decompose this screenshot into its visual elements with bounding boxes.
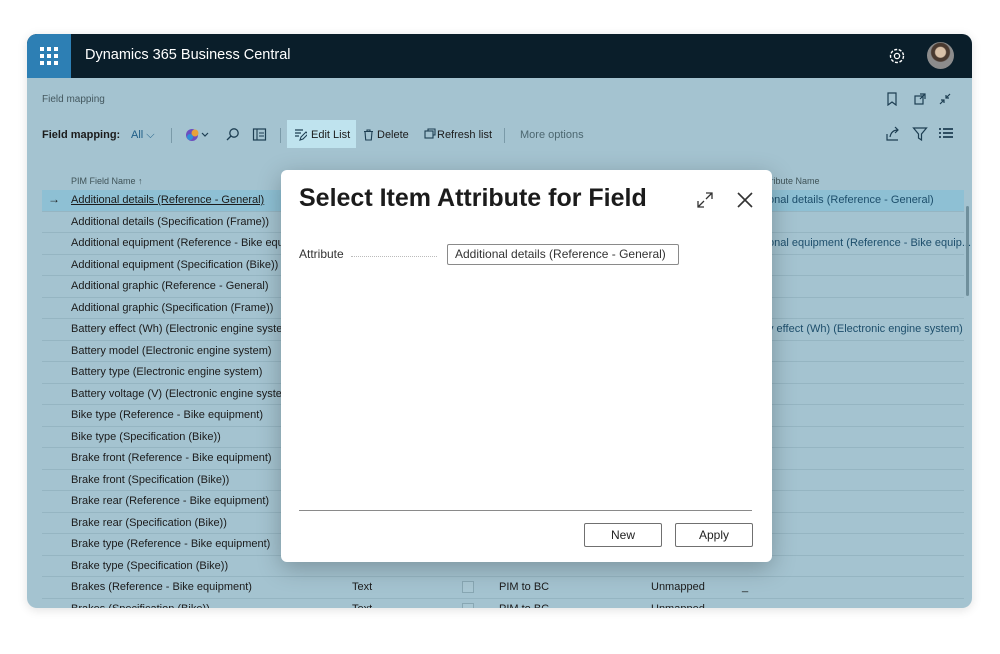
separator	[504, 128, 505, 143]
pim-field-name-cell[interactable]: Brake rear (Reference - Bike equipment)	[71, 495, 269, 507]
copilot-icon[interactable]	[185, 127, 211, 143]
pim-field-name-cell[interactable]: Brake type (Specification (Bike))	[71, 560, 228, 572]
new-button[interactable]: New	[584, 523, 662, 547]
open-new-window-icon[interactable]	[913, 92, 927, 106]
share-icon[interactable]	[885, 126, 901, 142]
pim-field-name-cell[interactable]: Brake type (Reference - Bike equipment)	[71, 538, 270, 550]
pim-field-name-cell[interactable]: Battery type (Electronic engine system)	[71, 366, 262, 378]
pim-field-name-cell[interactable]: Brakes (Specification (Bike))	[71, 603, 210, 609]
edit-list-button[interactable]: Edit List	[287, 120, 356, 148]
delete-button[interactable]: Delete	[362, 120, 412, 148]
attribute-input[interactable]	[447, 244, 679, 265]
pim-field-name-cell[interactable]: Battery effect (Wh) (Electronic engine s…	[71, 323, 292, 335]
app-launcher-icon[interactable]	[27, 34, 71, 78]
type-cell: Text	[352, 581, 373, 593]
pim-field-name-cell[interactable]: Additional graphic (Specification (Frame…	[71, 302, 273, 314]
refresh-icon	[424, 128, 436, 139]
user-avatar[interactable]	[927, 42, 954, 69]
pim-field-name-cell[interactable]: Additional details (Reference - General)	[71, 194, 264, 206]
column-header-attribute[interactable]: tribute Name	[768, 176, 820, 186]
type-cell: Text	[352, 603, 372, 609]
attribute-label: Attribute	[299, 247, 344, 261]
bookmark-icon[interactable]	[885, 92, 899, 106]
scrollbar[interactable]	[966, 206, 969, 296]
pim-field-name-cell[interactable]: Additional details (Specification (Frame…	[71, 216, 269, 228]
status-cell: Unmapped	[651, 603, 705, 609]
attribute-empty-cell[interactable]: _	[742, 603, 748, 609]
search-icon[interactable]	[225, 127, 241, 143]
select-attribute-dialog: Select Item Attribute for Field Attribut…	[281, 170, 772, 562]
table-row[interactable]: Brakes (Specification (Bike)) Text PIM to …	[42, 599, 964, 609]
pim-field-name-cell[interactable]: Brakes (Reference - Bike equipment)	[71, 581, 252, 593]
apply-button[interactable]: Apply	[675, 523, 753, 547]
pim-field-name-cell[interactable]: Bike type (Reference - Bike equipment)	[71, 409, 263, 421]
pim-field-name-cell[interactable]: Bike type (Specification (Bike))	[71, 431, 221, 443]
pim-field-name-cell[interactable]: Battery voltage (V) (Electronic engine s…	[71, 388, 291, 400]
list-view-icon[interactable]	[938, 126, 954, 142]
top-bar: Dynamics 365 Business Central	[27, 34, 972, 78]
more-options-button[interactable]: More options	[520, 129, 584, 141]
refresh-list-button[interactable]: Refresh list	[424, 120, 494, 148]
chevron-down-icon: ⌵	[146, 129, 155, 141]
status-cell: Unmapped	[651, 581, 705, 593]
action-bar: Field mapping: All ⌵ Edit List Delete Re…	[27, 120, 972, 150]
action-bar-label: Field mapping:	[42, 129, 121, 141]
refresh-list-label: Refresh list	[437, 129, 493, 141]
pim-field-name-cell[interactable]: Brake front (Reference - Bike equipment)	[71, 452, 272, 464]
pim-field-name-cell[interactable]: Additional equipment (Specification (Bik…	[71, 259, 278, 271]
delete-label: Delete	[377, 129, 409, 141]
layout-icon[interactable]	[252, 127, 268, 143]
attribute-empty-cell[interactable]: _	[742, 581, 748, 593]
attribute-name-cell[interactable]: onal details (Reference - General)	[768, 194, 934, 206]
trash-icon	[364, 129, 373, 141]
settings-gear-icon[interactable]	[887, 46, 907, 66]
close-icon[interactable]	[735, 190, 755, 210]
pim-field-name-cell[interactable]: Brake front (Specification (Bike))	[71, 474, 229, 486]
view-filter-label: All	[131, 129, 144, 141]
pim-field-name-cell[interactable]: Additional equipment (Reference - Bike e…	[71, 237, 286, 249]
app-title: Dynamics 365 Business Central	[85, 47, 291, 63]
pim-field-name-cell[interactable]: Additional graphic (Reference - General)	[71, 280, 269, 292]
expand-icon[interactable]	[695, 190, 715, 210]
collapse-icon[interactable]	[938, 92, 952, 106]
current-row-arrow-icon: →	[48, 192, 60, 206]
dialog-title: Select Item Attribute for Field	[299, 184, 647, 212]
checkbox[interactable]	[462, 581, 474, 593]
view-filter-dropdown[interactable]: All ⌵	[131, 129, 155, 142]
pim-field-name-cell[interactable]: Battery model (Electronic engine system)	[71, 345, 272, 357]
direction-cell: PIM to BC	[499, 581, 550, 593]
attribute-name-cell[interactable]: onal equipment (Reference - Bike equip..…	[768, 237, 971, 249]
edit-list-icon	[295, 129, 307, 141]
dialog-footer-divider	[299, 510, 752, 511]
separator	[171, 128, 172, 143]
edit-list-label: Edit List	[311, 129, 351, 141]
separator	[280, 128, 281, 143]
pim-field-name-cell[interactable]: Brake rear (Specification (Bike))	[71, 517, 227, 529]
attribute-name-cell[interactable]: y effect (Wh) (Electronic engine system)	[768, 323, 963, 335]
direction-cell: PIM to BC	[499, 603, 549, 609]
filter-icon[interactable]	[912, 126, 928, 142]
table-row[interactable]: Brakes (Reference - Bike equipment) Text P…	[42, 577, 964, 599]
checkbox[interactable]	[462, 602, 474, 608]
label-leader-dots	[351, 256, 437, 257]
page-header: Field mapping	[27, 78, 972, 120]
page-title: Field mapping	[42, 94, 105, 105]
column-header-pim-field[interactable]: PIM Field Name ↑	[71, 176, 143, 186]
